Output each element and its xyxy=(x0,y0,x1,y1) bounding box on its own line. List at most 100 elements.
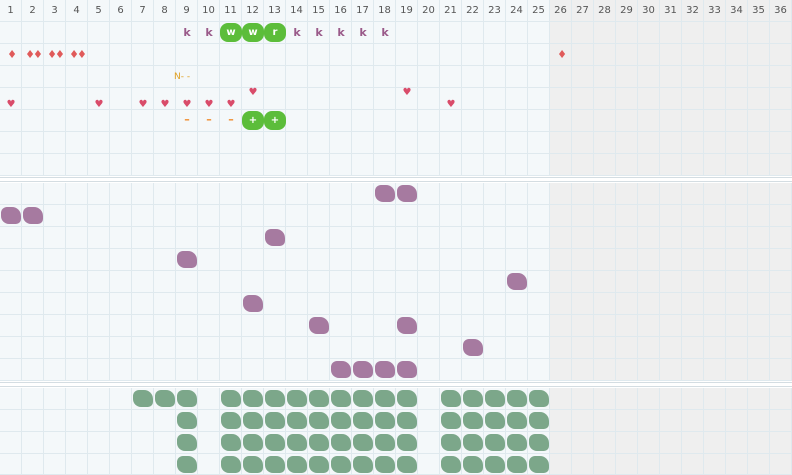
grid-cell[interactable] xyxy=(0,227,22,249)
grid-cell[interactable] xyxy=(330,132,352,154)
grid-cell[interactable] xyxy=(198,337,220,359)
grid-cell[interactable] xyxy=(374,44,396,66)
grid-cell[interactable] xyxy=(154,315,176,337)
grid-cell[interactable] xyxy=(770,154,792,176)
grid-cell[interactable] xyxy=(726,44,748,66)
column-header[interactable]: 28 xyxy=(594,0,616,22)
grid-cell[interactable] xyxy=(484,249,506,271)
grid-cell[interactable] xyxy=(748,154,770,176)
grid-cell[interactable] xyxy=(330,110,352,132)
grid-cell[interactable] xyxy=(638,66,660,88)
grid-cell[interactable] xyxy=(770,293,792,315)
grid-cell[interactable] xyxy=(440,44,462,66)
grid-cell[interactable] xyxy=(44,110,66,132)
grid-cell[interactable] xyxy=(572,249,594,271)
grid-cell[interactable] xyxy=(484,293,506,315)
grid-cell[interactable] xyxy=(682,249,704,271)
grid-cell[interactable] xyxy=(704,205,726,227)
grid-cell[interactable] xyxy=(550,337,572,359)
grid-cell[interactable] xyxy=(572,410,594,432)
grid-cell[interactable] xyxy=(132,315,154,337)
grid-cell[interactable] xyxy=(616,410,638,432)
grid-cell[interactable] xyxy=(132,44,154,66)
grid-cell[interactable] xyxy=(660,249,682,271)
grid-cell[interactable] xyxy=(66,154,88,176)
grid-cell[interactable] xyxy=(704,22,726,44)
grid-cell[interactable] xyxy=(770,132,792,154)
grid-cell[interactable] xyxy=(198,432,220,454)
grid-cell[interactable] xyxy=(396,337,418,359)
grid-cell[interactable] xyxy=(418,337,440,359)
grid-cell[interactable] xyxy=(704,88,726,110)
grid-cell[interactable] xyxy=(66,183,88,205)
purple-booking[interactable] xyxy=(375,361,395,378)
grid-cell[interactable] xyxy=(660,205,682,227)
grid-cell[interactable] xyxy=(154,227,176,249)
grid-cell[interactable] xyxy=(440,359,462,381)
grid-cell[interactable] xyxy=(132,132,154,154)
grid-cell[interactable] xyxy=(660,44,682,66)
grid-cell[interactable] xyxy=(594,205,616,227)
grid-cell[interactable] xyxy=(110,432,132,454)
grid-cell[interactable] xyxy=(704,388,726,410)
grid-cell[interactable] xyxy=(572,205,594,227)
grid-cell[interactable] xyxy=(0,249,22,271)
grid-cell[interactable] xyxy=(88,315,110,337)
grid-cell[interactable] xyxy=(594,454,616,475)
grid-cell[interactable] xyxy=(198,388,220,410)
grid-cell[interactable] xyxy=(44,22,66,44)
grid-cell[interactable] xyxy=(726,359,748,381)
grid-cell[interactable] xyxy=(770,315,792,337)
grid-cell[interactable] xyxy=(682,88,704,110)
grid-cell[interactable] xyxy=(418,66,440,88)
grid-cell[interactable] xyxy=(330,271,352,293)
grid-cell[interactable] xyxy=(352,315,374,337)
grid-cell[interactable] xyxy=(308,183,330,205)
grid-cell[interactable] xyxy=(748,249,770,271)
grid-cell[interactable] xyxy=(616,454,638,475)
column-header[interactable]: 8 xyxy=(154,0,176,22)
grid-cell[interactable] xyxy=(594,88,616,110)
grid-cell[interactable] xyxy=(0,388,22,410)
grid-cell[interactable] xyxy=(110,249,132,271)
column-header[interactable]: 17 xyxy=(352,0,374,22)
grid-cell[interactable] xyxy=(374,249,396,271)
column-header[interactable]: 32 xyxy=(682,0,704,22)
grid-cell[interactable] xyxy=(352,183,374,205)
grid-cell[interactable] xyxy=(286,183,308,205)
grid-cell[interactable] xyxy=(66,205,88,227)
grid-cell[interactable] xyxy=(44,410,66,432)
grid-cell[interactable] xyxy=(484,66,506,88)
grid-cell[interactable] xyxy=(528,44,550,66)
grid-cell[interactable] xyxy=(220,315,242,337)
grid-cell[interactable] xyxy=(308,44,330,66)
grid-cell[interactable] xyxy=(242,44,264,66)
grid-cell[interactable] xyxy=(22,227,44,249)
green-booking[interactable] xyxy=(507,434,527,451)
grid-cell[interactable] xyxy=(528,337,550,359)
grid-cell[interactable] xyxy=(638,410,660,432)
column-header[interactable]: 21 xyxy=(440,0,462,22)
grid-cell[interactable] xyxy=(616,432,638,454)
grid-cell[interactable] xyxy=(220,359,242,381)
grid-cell[interactable] xyxy=(88,249,110,271)
grid-cell[interactable] xyxy=(22,359,44,381)
column-header[interactable]: 15 xyxy=(308,0,330,22)
green-booking[interactable] xyxy=(353,434,373,451)
grid-cell[interactable] xyxy=(22,132,44,154)
grid-cell[interactable] xyxy=(594,22,616,44)
grid-cell[interactable] xyxy=(110,132,132,154)
green-booking[interactable] xyxy=(221,412,241,429)
grid-cell[interactable] xyxy=(550,154,572,176)
grid-cell[interactable] xyxy=(264,271,286,293)
column-header[interactable]: 1 xyxy=(0,0,22,22)
grid-cell[interactable] xyxy=(770,454,792,475)
grid-cell[interactable] xyxy=(484,44,506,66)
grid-cell[interactable] xyxy=(198,132,220,154)
grid-cell[interactable] xyxy=(396,44,418,66)
grid-cell[interactable] xyxy=(726,183,748,205)
grid-cell[interactable] xyxy=(572,22,594,44)
grid-cell[interactable] xyxy=(550,205,572,227)
grid-cell[interactable] xyxy=(550,22,572,44)
grid-cell[interactable] xyxy=(748,315,770,337)
